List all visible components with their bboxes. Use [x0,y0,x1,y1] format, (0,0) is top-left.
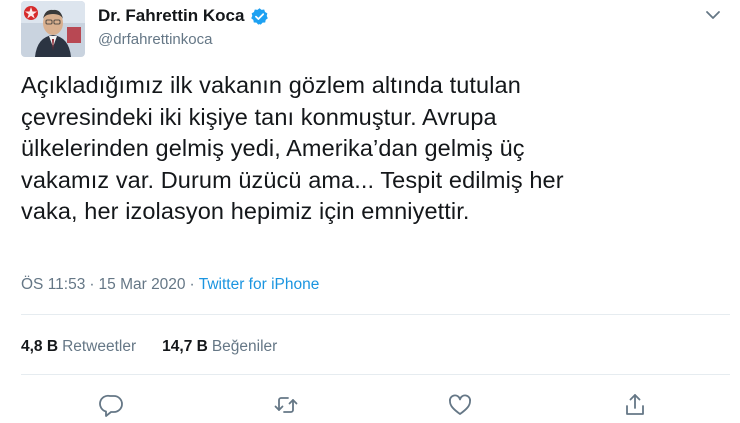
author-block: Dr. Fahrettin Koca @drfahrettinkoca [98,5,269,48]
retweets-stat[interactable]: 4,8 B Retweetler [21,338,136,356]
meta-separator: · [189,276,195,293]
tweet-time[interactable]: ÖS 11:53 [21,276,85,294]
author-handle[interactable]: @drfahrettinkoca [98,31,269,48]
likes-label: Beğeniler [211,338,278,355]
tweet-meta: ÖS 11:53 · 15 Mar 2020 · Twitter for iPh… [21,276,319,294]
avatar-image [21,1,85,57]
heart-icon[interactable] [447,392,473,418]
tweet-card: Dr. Fahrettin Koca @drfahrettinkoca Açık… [0,0,740,417]
likes-count: 14,7 B [162,338,208,355]
tweet-actions [0,392,740,417]
verified-badge-icon [250,7,269,26]
display-name[interactable]: Dr. Fahrettin Koca [98,6,244,26]
likes-stat[interactable]: 14,7 B Beğeniler [162,338,277,356]
chevron-down-icon[interactable] [704,8,722,22]
divider [21,374,730,375]
retweets-label: Retweetler [62,338,137,355]
tweet-date[interactable]: 15 Mar 2020 [99,276,186,294]
retweets-count: 4,8 B [21,338,59,355]
author-name-row: Dr. Fahrettin Koca [98,5,269,27]
share-icon[interactable] [622,392,648,418]
meta-separator: · [89,276,95,293]
retweet-icon[interactable] [273,392,299,418]
avatar[interactable] [21,1,85,57]
tweet-source-link[interactable]: Twitter for iPhone [199,276,320,294]
tweet-text: Açıkladığımız ilk vakanın gözlem altında… [21,72,564,224]
tweet-stats: 4,8 B Retweetler 14,7 B Beğeniler [21,338,277,356]
reply-icon[interactable] [99,392,125,418]
divider [21,314,730,315]
